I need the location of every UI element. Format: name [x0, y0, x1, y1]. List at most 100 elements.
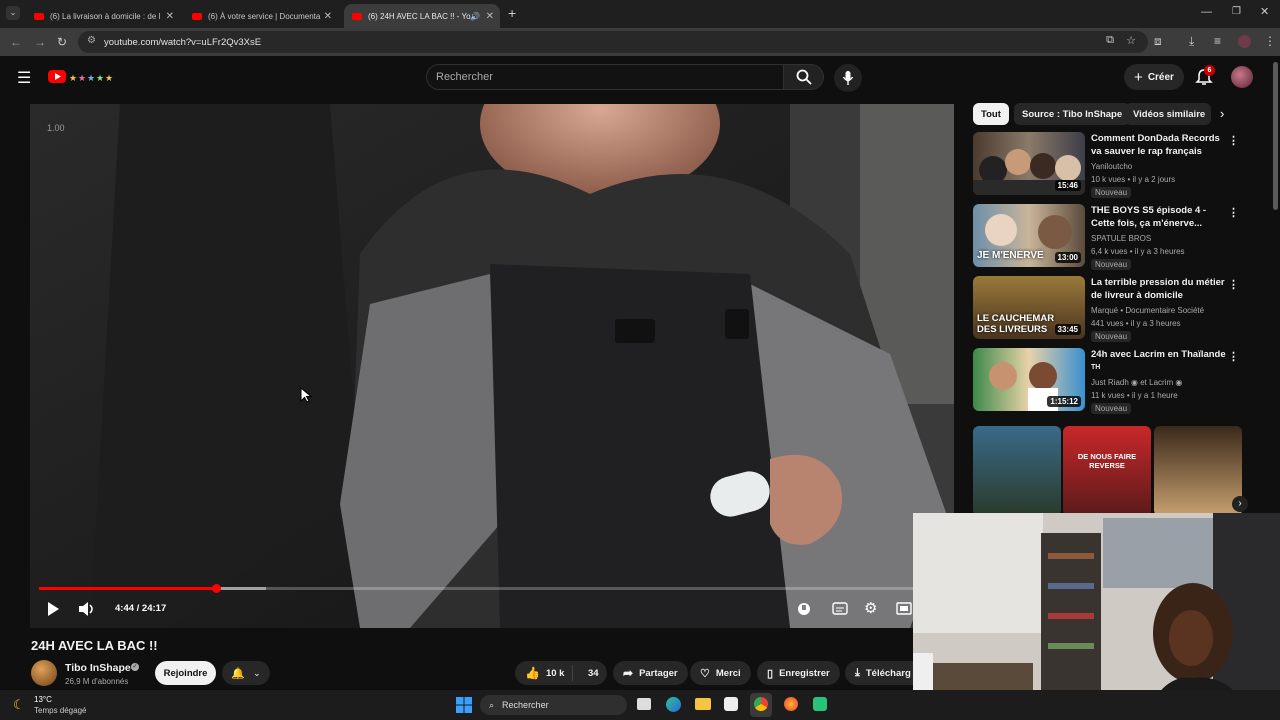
edge-icon[interactable]: [666, 697, 681, 712]
video-thumbnail[interactable]: 1:15:12: [973, 348, 1085, 411]
downloads-icon[interactable]: ⤓: [1189, 34, 1194, 49]
recommendation-item[interactable]: LE CAUCHEMAR DES LIVREURS 33:45 La terri…: [973, 276, 1243, 342]
profile-avatar[interactable]: [1238, 35, 1251, 48]
recommendation-item[interactable]: 1:15:12 24h avec Lacrim en Thaïlande TH …: [973, 348, 1243, 414]
chevron-right-icon[interactable]: ›: [1220, 106, 1224, 121]
channel-name[interactable]: Marqué • Documentaire Société: [1091, 306, 1204, 315]
scrollbar-thumb[interactable]: [1273, 62, 1278, 210]
site-info-icon[interactable]: ⚙: [87, 35, 96, 46]
video-thumbnail[interactable]: JE M'ENERVE 13:00: [973, 204, 1085, 267]
tab-3[interactable]: (6) 24H AVEC LA BAC !! - Yo 🔊 ✕: [344, 4, 500, 28]
webcam-image: [913, 513, 1280, 720]
store-icon[interactable]: [724, 697, 738, 711]
more-options-icon[interactable]: ⋮: [1228, 278, 1239, 291]
restore-icon[interactable]: ❐: [1232, 6, 1241, 17]
search-icon: ⌕: [489, 699, 495, 710]
new-badge: Nouveau: [1091, 331, 1132, 342]
windows-taskbar: ☾ 13°C Temps dégagé ⌕ Rechercher: [0, 690, 1280, 720]
windows-start-icon[interactable]: [456, 697, 472, 713]
account-avatar[interactable]: [1231, 66, 1253, 88]
channel-name[interactable]: Tibo InShape: [65, 662, 131, 674]
progress-bar[interactable]: [39, 584, 945, 593]
create-button[interactable]: + Créer: [1124, 64, 1184, 90]
tab-2[interactable]: (6) À votre service | Documenta ✕: [184, 4, 338, 28]
back-icon[interactable]: ←: [10, 35, 22, 49]
chip-similar[interactable]: Vidéos similaire: [1125, 103, 1211, 125]
like-button[interactable]: 👍 10 k: [515, 665, 573, 681]
subtitles-icon[interactable]: [832, 602, 848, 615]
close-icon[interactable]: ✕: [324, 11, 332, 22]
video-title[interactable]: 24h avec Lacrim en Thaïlande: [1091, 348, 1231, 361]
share-button[interactable]: ➦ Partager: [613, 661, 688, 685]
more-options-icon[interactable]: ⋮: [1228, 350, 1239, 363]
install-icon[interactable]: ⧉: [1106, 34, 1114, 47]
volume-icon[interactable]: [78, 601, 96, 617]
extensions-icon[interactable]: ⧈: [1154, 34, 1162, 49]
close-icon[interactable]: ✕: [166, 11, 174, 22]
recommendation-item[interactable]: JE M'ENERVE 13:00 THE BOYS S5 épisode 4 …: [973, 204, 1243, 270]
video-title[interactable]: La terrible pression du métier de livreu…: [1091, 276, 1231, 302]
more-options-icon[interactable]: ⋮: [1228, 134, 1239, 147]
short-thumbnail[interactable]: DE NOUS FAIRE REVERSE: [1063, 426, 1151, 516]
dislike-button[interactable]: 34: [579, 668, 599, 679]
channel-name[interactable]: Yaniloutcho: [1091, 162, 1132, 171]
like-dislike-group: 👍 10 k 34: [515, 661, 607, 685]
channel-name[interactable]: Just Riadh ◉ et Lacrim ◉: [1091, 378, 1182, 387]
voice-search-button[interactable]: [834, 64, 862, 92]
firefox-icon[interactable]: [784, 697, 798, 711]
bookmark-star-icon[interactable]: ☆: [1126, 34, 1136, 47]
close-icon[interactable]: ✕: [486, 11, 494, 22]
play-icon[interactable]: [46, 601, 60, 617]
autoplay-toggle-icon[interactable]: II: [798, 603, 810, 615]
notifications-button[interactable]: 6: [1195, 65, 1215, 88]
speaker-icon[interactable]: 🔊: [470, 12, 480, 21]
video-title[interactable]: THE BOYS S5 épisode 4 - Cette fois, ça m…: [1091, 204, 1231, 230]
thumbnail-text: LE CAUCHEMAR DES LIVREURS: [977, 313, 1055, 335]
weather-icon[interactable]: ☾: [13, 697, 25, 713]
task-view-icon[interactable]: [637, 698, 651, 710]
chip-label: Tout: [981, 108, 1001, 120]
settings-gear-icon[interactable]: ⚙: [864, 599, 877, 617]
save-button[interactable]: ▯ Enregistrer: [757, 661, 840, 685]
close-window-icon[interactable]: ✕: [1260, 5, 1269, 18]
video-title[interactable]: Comment DonDada Records va sauver le rap…: [1091, 132, 1231, 158]
youtube-logo[interactable]: ★ ★ ★ ★ ★: [48, 68, 118, 86]
video-thumbnail[interactable]: LE CAUCHEMAR DES LIVREURS 33:45: [973, 276, 1085, 339]
create-label: Créer: [1147, 71, 1174, 83]
taskbar-search[interactable]: ⌕ Rechercher: [480, 695, 627, 715]
recommendation-item[interactable]: 15:46 Comment DonDada Records va sauver …: [973, 132, 1243, 198]
tab-1[interactable]: (6) La livraison à domicile : de l ✕: [26, 4, 180, 28]
address-bar[interactable]: ⚙ youtube.com/watch?v=uLFr2Qv3XsE ⧉ ☆: [78, 31, 1148, 53]
youtube-icon: [352, 12, 362, 20]
reload-icon[interactable]: ↻: [57, 35, 67, 49]
menu-icon[interactable]: ☰: [17, 68, 31, 88]
chrome-icon[interactable]: [754, 697, 768, 711]
short-thumbnail[interactable]: [1154, 426, 1242, 516]
app-icon[interactable]: [813, 697, 827, 711]
media-controls-icon[interactable]: ≡: [1214, 34, 1221, 48]
thanks-button[interactable]: ♡ Merci: [690, 661, 751, 685]
forward-icon[interactable]: →: [34, 35, 46, 49]
notification-bell-button[interactable]: 🔔 ⌄: [222, 661, 270, 685]
new-tab-icon[interactable]: +: [508, 5, 516, 21]
chip-source[interactable]: Source : Tibo InShape: [1014, 103, 1131, 125]
download-button[interactable]: ⤓ Télécharg: [845, 661, 915, 685]
search-input[interactable]: Rechercher: [426, 64, 784, 90]
more-menu-icon[interactable]: ⋮: [1264, 34, 1276, 48]
minimize-icon[interactable]: —: [1201, 6, 1212, 18]
short-thumbnail[interactable]: [973, 426, 1061, 516]
plus-icon: +: [1134, 68, 1143, 86]
more-options-icon[interactable]: ⋮: [1228, 206, 1239, 219]
channel-name[interactable]: SPATULE BROS: [1091, 234, 1151, 243]
channel-avatar[interactable]: [31, 660, 57, 686]
shorts-next-icon[interactable]: ›: [1232, 496, 1248, 512]
join-button[interactable]: Rejoindre: [155, 661, 216, 685]
video-thumbnail[interactable]: 15:46: [973, 132, 1085, 195]
search-button[interactable]: [784, 64, 824, 90]
video-player[interactable]: 1.00 4:44 / 24:17 II ⚙: [30, 104, 954, 628]
miniplayer-icon[interactable]: [896, 602, 912, 615]
scrubber-handle[interactable]: [211, 584, 221, 593]
chip-all[interactable]: Tout: [973, 103, 1009, 125]
tab-list-icon[interactable]: ⌄: [6, 6, 20, 20]
file-explorer-icon[interactable]: [695, 698, 711, 710]
